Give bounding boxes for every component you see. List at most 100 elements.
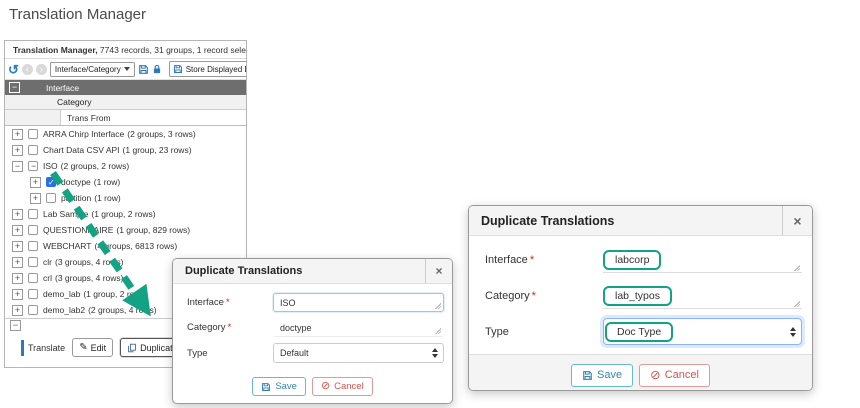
- expand-icon[interactable]: [12, 273, 23, 284]
- row-label: doctype: [61, 177, 91, 187]
- expand-icon[interactable]: [12, 161, 23, 172]
- table-row[interactable]: Lab Sample (1 group, 2 rows): [5, 206, 246, 222]
- field-row-interface: Interface* labcorp: [485, 246, 802, 273]
- expand-icon[interactable]: [12, 225, 23, 236]
- cancel-button-label: Cancel: [334, 381, 364, 392]
- required-mark: *: [226, 297, 230, 308]
- back-icon[interactable]: ‹: [22, 64, 33, 75]
- expand-icon[interactable]: [12, 129, 23, 140]
- status-rest: 7743 records, 31 groups, 1 record select…: [98, 45, 246, 55]
- annotation-highlight[interactable]: lab_typos: [603, 286, 672, 306]
- resize-grip-icon[interactable]: [794, 301, 800, 307]
- expand-icon[interactable]: [12, 257, 23, 268]
- expand-icon[interactable]: [12, 145, 23, 156]
- expand-icon[interactable]: [12, 289, 23, 300]
- select-stepper-icon: [790, 327, 796, 337]
- field-row-category: Category* lab_typos: [485, 282, 802, 309]
- cancel-button-label: Cancel: [665, 369, 699, 381]
- dialog-footer: Save ⊘ Cancel: [469, 354, 812, 391]
- select-stepper-icon: [432, 348, 438, 358]
- resize-grip-icon[interactable]: [794, 265, 800, 271]
- row-meta: (1 group, 2 rows): [91, 209, 155, 219]
- refresh-icon[interactable]: ↺: [8, 63, 19, 76]
- row-meta: (1 row): [94, 193, 120, 203]
- row-meta: (3 groups, 4 rows): [55, 257, 124, 267]
- collapse-footer-icon[interactable]: [10, 320, 21, 331]
- cancel-button[interactable]: ⊘ Cancel: [639, 364, 710, 387]
- store-displayed-data-button[interactable]: Store Displayed Data: [169, 61, 246, 77]
- row-meta: (3 groups, 4 rows): [55, 273, 124, 283]
- table-row[interactable]: doctype (1 row): [5, 174, 246, 190]
- collapse-all-icon[interactable]: [9, 82, 20, 93]
- expand-icon[interactable]: [30, 177, 41, 188]
- page-title: Translation Manager: [9, 6, 146, 23]
- table-row[interactable]: WEBCHART (4 groups, 6813 rows): [5, 238, 246, 254]
- edit-button-label: Edit: [91, 343, 107, 353]
- dialog-title: Duplicate Translations: [173, 259, 425, 283]
- lock-icon[interactable]: [152, 64, 162, 74]
- category-value: doctype: [280, 323, 312, 333]
- row-checkbox[interactable]: [28, 145, 38, 155]
- store-button-label: Store Displayed Data: [186, 65, 246, 74]
- category-field[interactable]: doctype: [273, 318, 444, 337]
- duplicate-translations-dialog-large: Duplicate Translations × Interface* labc…: [468, 205, 813, 391]
- interface-label: Interface*: [187, 297, 273, 308]
- interface-field[interactable]: ISO: [273, 293, 444, 312]
- field-row-category: Category* doctype: [187, 318, 444, 337]
- status-bold: Translation Manager,: [13, 45, 98, 55]
- close-icon[interactable]: ×: [782, 206, 812, 235]
- edit-button[interactable]: ✎ Edit: [72, 338, 113, 357]
- row-checkbox[interactable]: [28, 161, 38, 171]
- resize-grip-icon[interactable]: [435, 328, 441, 334]
- cancel-button[interactable]: ⊘Cancel: [312, 377, 373, 396]
- row-checkbox[interactable]: [28, 273, 38, 283]
- forward-icon[interactable]: ›: [36, 64, 47, 75]
- type-label: Type: [187, 348, 273, 359]
- row-checkbox[interactable]: [28, 257, 38, 267]
- save-icon[interactable]: [138, 64, 149, 75]
- table-row[interactable]: QUESTIONNAIRE (1 group, 829 rows): [5, 222, 246, 238]
- field-underline: [603, 272, 802, 273]
- translate-button[interactable]: Translate: [28, 343, 65, 353]
- save-button-label: Save: [597, 369, 622, 381]
- row-checkbox[interactable]: [28, 305, 38, 315]
- close-icon[interactable]: ×: [425, 259, 452, 283]
- expand-icon[interactable]: [30, 193, 41, 204]
- table-row[interactable]: ISO (2 groups, 2 rows): [5, 158, 246, 174]
- annotation-highlight[interactable]: labcorp: [603, 250, 661, 270]
- save-button[interactable]: Save: [252, 377, 306, 396]
- type-select[interactable]: Doc Type: [603, 318, 802, 345]
- resize-grip-icon[interactable]: [435, 303, 441, 309]
- expand-icon[interactable]: [12, 241, 23, 252]
- dialog-body: Interface* ISO Category* doctype Type De…: [173, 284, 452, 369]
- interface-field-wrap: labcorp: [603, 246, 802, 273]
- chevron-down-icon: [124, 67, 130, 71]
- row-checkbox[interactable]: [28, 209, 38, 219]
- row-checkbox[interactable]: [28, 129, 38, 139]
- row-checkbox[interactable]: [46, 177, 56, 187]
- row-meta: (2 groups, 4 rows): [88, 305, 157, 315]
- expand-icon[interactable]: [12, 209, 23, 220]
- field-row-interface: Interface* ISO: [187, 293, 444, 312]
- table-row[interactable]: ARRA Chirp Interface (2 groups, 3 rows): [5, 126, 246, 142]
- save-button[interactable]: Save: [571, 364, 633, 387]
- view-mode-select[interactable]: Interface/Category: [50, 62, 135, 77]
- row-checkbox[interactable]: [28, 241, 38, 251]
- header-category-label: Category: [57, 97, 92, 107]
- table-row[interactable]: partition (1 row): [5, 190, 246, 206]
- table-row[interactable]: Chart Data CSV API (1 group, 23 rows): [5, 142, 246, 158]
- row-label: demo_lab2: [43, 305, 85, 315]
- row-checkbox[interactable]: [46, 193, 56, 203]
- save-button-label: Save: [275, 381, 297, 392]
- field-row-type: Type Default: [187, 343, 444, 363]
- type-field-wrap: Default: [273, 343, 444, 363]
- type-select[interactable]: Default: [273, 343, 444, 363]
- expand-icon[interactable]: [12, 305, 23, 316]
- row-checkbox[interactable]: [28, 289, 38, 299]
- row-label: ISO: [43, 161, 58, 171]
- pencil-icon: ✎: [79, 343, 87, 353]
- header-interface: Interface: [5, 80, 246, 95]
- cancel-icon: ⊘: [650, 369, 661, 382]
- type-label: Type: [485, 326, 603, 338]
- row-checkbox[interactable]: [28, 225, 38, 235]
